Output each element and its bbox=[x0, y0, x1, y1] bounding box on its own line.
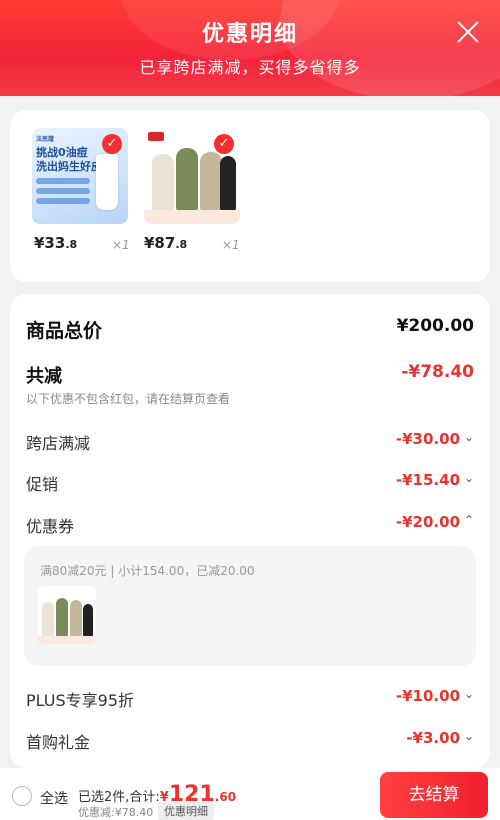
brand-logo-icon bbox=[148, 132, 164, 141]
discount-breakdown-card: 商品总价 ¥200.00 共减 -¥78.40 以下优惠不包含红包，请在结算页查… bbox=[10, 294, 490, 768]
discount-row-cross-store[interactable]: 跨店满减 -¥30.00 ⌄ bbox=[26, 426, 474, 456]
select-all-radio[interactable] bbox=[12, 786, 32, 806]
discount-row-promotion[interactable]: 促销 -¥15.40 ⌄ bbox=[26, 467, 474, 497]
chevron-down-icon[interactable]: ⌄ bbox=[464, 430, 474, 444]
total-price-label: 商品总价 bbox=[26, 320, 103, 342]
selected-products-card: 法思蔻 挑战0油痘 洗出妈生好皮 ✓ ¥33.8 ×1 ✓ ¥87.8 ×1 bbox=[10, 110, 490, 282]
chevron-up-icon[interactable]: ⌃ bbox=[464, 513, 474, 527]
product-item[interactable]: 法思蔻 挑战0油痘 洗出妈生好皮 ✓ bbox=[32, 128, 128, 224]
page-subtitle: 已享跨店满减，买得多省得多 bbox=[139, 58, 361, 77]
discount-row-plus[interactable]: PLUS专享95折 -¥10.00 ⌄ bbox=[26, 683, 474, 713]
product-price: ¥87.8 bbox=[144, 234, 188, 252]
chevron-down-icon[interactable]: ⌄ bbox=[464, 687, 474, 701]
selected-check-icon[interactable]: ✓ bbox=[102, 134, 122, 154]
discount-detail-header: 优惠明细 已享跨店满减，买得多省得多 bbox=[0, 0, 500, 96]
page-title: 优惠明细 bbox=[201, 22, 298, 47]
product-bottle-graphic bbox=[96, 154, 118, 210]
discount-summary: 优惠减:¥78.40 bbox=[78, 806, 154, 819]
product-quantity: ×1 bbox=[222, 238, 240, 252]
product-price: ¥33.8 bbox=[34, 234, 78, 252]
total-price-value: ¥200.00 bbox=[396, 316, 474, 336]
total-reduction-value: -¥78.40 bbox=[401, 362, 474, 382]
select-all-label[interactable]: 全选 bbox=[40, 788, 68, 808]
discount-row-first-purchase[interactable]: 首购礼金 -¥3.00 ⌄ bbox=[26, 725, 474, 755]
product-item[interactable]: ✓ bbox=[144, 128, 240, 224]
total-reduction-label: 共减 bbox=[26, 366, 62, 387]
product-brand-text: 法思蔻 bbox=[36, 136, 55, 143]
chevron-down-icon[interactable]: ⌄ bbox=[464, 471, 474, 485]
discount-note: 以下优惠不包含红包，请在结算页查看 bbox=[26, 392, 231, 406]
discount-detail-toggle[interactable]: 优惠明细 bbox=[158, 802, 214, 820]
coupon-product-thumbnail[interactable] bbox=[38, 586, 96, 644]
checkout-bar: 全选 已选2件,合计:¥121.60 优惠减:¥78.40 优惠明细 去结算 bbox=[0, 768, 500, 820]
product-thumbnail[interactable]: 法思蔻 挑战0油痘 洗出妈生好皮 ✓ bbox=[32, 128, 128, 224]
product-quantity: ×1 bbox=[112, 238, 130, 252]
coupon-detail-panel: 满80减20元 | 小计154.00，已减20.00 bbox=[24, 546, 476, 666]
total-reduction-row: 共减 -¥78.40 bbox=[26, 358, 474, 388]
discount-row-coupon[interactable]: 优惠券 -¥20.00 ⌃ bbox=[26, 509, 474, 539]
selected-check-icon[interactable]: ✓ bbox=[214, 134, 234, 154]
product-thumbnail[interactable]: ✓ bbox=[144, 128, 240, 224]
checkout-button[interactable]: 去结算 bbox=[380, 772, 488, 818]
chevron-down-icon[interactable]: ⌄ bbox=[464, 729, 474, 743]
total-price-row: 商品总价 ¥200.00 bbox=[26, 312, 474, 342]
close-icon[interactable] bbox=[454, 18, 482, 46]
coupon-detail-text: 满80减20元 | 小计154.00，已减20.00 bbox=[40, 564, 255, 578]
product-image-text: 洗出妈生好皮 bbox=[36, 160, 102, 173]
